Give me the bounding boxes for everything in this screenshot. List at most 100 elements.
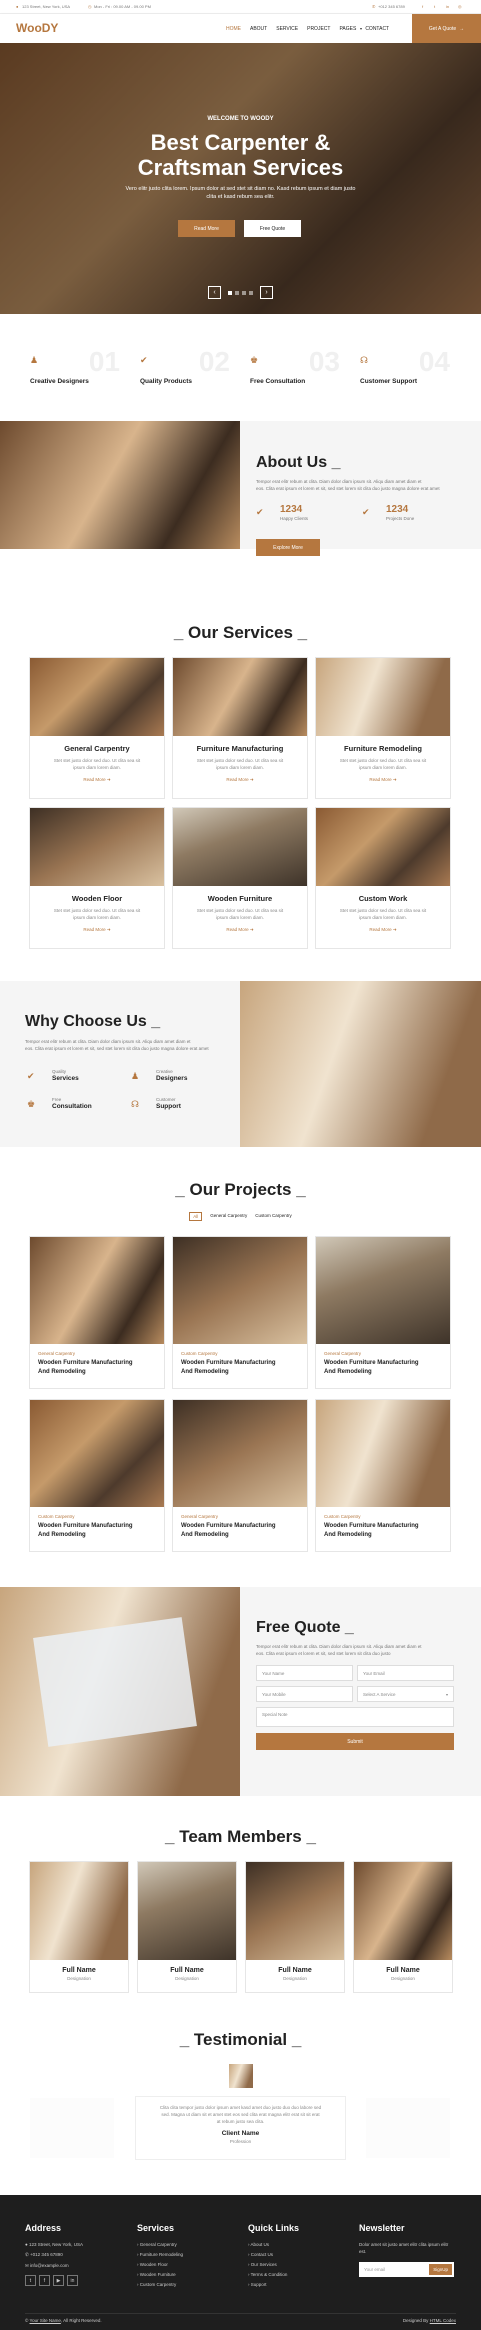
footer-social: t f ▶ in	[25, 2275, 83, 2286]
footer-link[interactable]: › Furniture Remodeling	[137, 2252, 183, 2257]
hero-read-more-button[interactable]: Read More	[178, 220, 235, 237]
nav-about[interactable]: ABOUT	[250, 26, 267, 32]
footer-link[interactable]: › General Carpentry	[137, 2242, 183, 2247]
carousel-dot[interactable]	[249, 291, 253, 295]
twitter-icon[interactable]: t	[434, 4, 435, 9]
read-more-link[interactable]: Read More ➜	[173, 777, 307, 783]
about-text-line2: eos. Clita erat ipsum et lorem et sit, s…	[256, 486, 440, 491]
youtube-icon[interactable]: ▶	[53, 2275, 64, 2286]
filter-custom-carpentry[interactable]: Custom Carpentry	[255, 1212, 292, 1221]
explore-more-button[interactable]: Explore More	[256, 539, 320, 556]
facebook-icon[interactable]: f	[422, 4, 423, 9]
testimonial-card-right-faded	[366, 2098, 450, 2158]
project-category: General Carpentry	[324, 1351, 362, 1356]
newsletter-email-input[interactable]: Your email	[364, 2267, 385, 2272]
filter-general-carpentry[interactable]: General Carpentry	[210, 1212, 247, 1221]
linkedin-icon[interactable]: in	[67, 2275, 78, 2286]
footer-heading: Address	[25, 2223, 62, 2233]
about-text-line1: Tempor erat elitr rebum at clita. Diam d…	[256, 479, 422, 484]
footer-link[interactable]: › Support	[248, 2282, 299, 2287]
project-card[interactable]: Custom Carpentry Wooden Furniture Manufa…	[315, 1399, 451, 1552]
special-note-textarea[interactable]: Special Note	[256, 1707, 454, 1727]
footer-link[interactable]: › Contact Us	[248, 2252, 299, 2257]
read-more-link[interactable]: Read More ➜	[316, 927, 450, 933]
service-select[interactable]: Select A Service ▾	[357, 1686, 454, 1702]
about-image	[0, 421, 240, 549]
site-name-link[interactable]: Your Site Name	[30, 2318, 61, 2323]
explore-more-label: Explore More	[273, 544, 303, 551]
footer-link[interactable]: › Wooden Floor	[137, 2262, 183, 2267]
arrow-right-icon: ➜	[106, 926, 111, 932]
facebook-icon[interactable]: f	[39, 2275, 50, 2286]
project-card[interactable]: General Carpentry Wooden Furniture Manuf…	[315, 1236, 451, 1389]
why-item-big: Consultation	[52, 1103, 92, 1110]
newsletter-signup-button[interactable]: SignUp	[429, 2264, 452, 2275]
desc-line: Stet stet justo dolor sed duo. Ut clita …	[339, 758, 427, 763]
team-member-card: Full Name Designation	[353, 1861, 453, 1993]
link-text: Support	[250, 2282, 267, 2287]
carousel-dot[interactable]	[235, 291, 239, 295]
carousel-dot[interactable]	[242, 291, 246, 295]
consultation-icon: ♚	[27, 1099, 36, 1109]
carousel-dot[interactable]	[228, 291, 232, 295]
member-name: Full Name	[386, 1967, 420, 1974]
read-more-link[interactable]: Read More ➜	[30, 777, 164, 783]
testimonial-text-line1: Clita clita tempor justo dolor ipsum ame…	[159, 2105, 322, 2110]
member-role: Designation	[391, 1976, 415, 1981]
service-title: Custom Work	[358, 894, 408, 903]
read-more-label: Read More	[226, 776, 249, 782]
service-select-value: Select A Service	[363, 1691, 396, 1697]
footer-link[interactable]: › Terms & Condition	[248, 2272, 299, 2277]
nav-service[interactable]: SERVICE	[276, 26, 298, 32]
feature-item: ☊ 04 Customer Support	[360, 346, 450, 390]
nav-home[interactable]: HOME	[226, 26, 241, 32]
twitter-icon[interactable]: t	[25, 2275, 36, 2286]
service-image	[173, 808, 307, 886]
carousel-dots[interactable]	[228, 291, 253, 295]
read-more-link[interactable]: Read More ➜	[316, 777, 450, 783]
project-title: Wooden Furniture Manufacturing And Remode…	[324, 1359, 442, 1376]
testimonial-title-text: Testimonial	[193, 2030, 288, 2049]
footer-phone: ✆ +012 345 67890	[25, 2252, 83, 2258]
feature-title: Creative Designers	[30, 378, 89, 385]
quote-text-line2: eos. Clita erat ipsum et lorem et sit, s…	[256, 1651, 391, 1656]
testimonial-card-left-faded	[30, 2098, 114, 2158]
get-quote-button[interactable]: Get A Quote →	[412, 14, 481, 43]
copyright-symbol: ©	[25, 2318, 29, 2323]
project-card[interactable]: Custom Carpentry Wooden Furniture Manufa…	[29, 1399, 165, 1552]
member-name: Full Name	[278, 1967, 312, 1974]
why-item-small: Free	[52, 1097, 62, 1102]
mobile-input[interactable]: Your Mobile	[256, 1686, 353, 1702]
footer-link[interactable]: › Wooden Furniture	[137, 2272, 183, 2277]
linkedin-icon[interactable]: in	[446, 4, 449, 9]
topbar-phone: +012 345 6789	[378, 4, 405, 9]
footer-link[interactable]: › About Us	[248, 2242, 299, 2247]
why-item-big: Support	[156, 1103, 181, 1110]
project-card[interactable]: General Carpentry Wooden Furniture Manuf…	[29, 1236, 165, 1389]
email-input[interactable]: Your Email	[357, 1665, 454, 1681]
filter-all[interactable]: All	[189, 1212, 203, 1221]
nav-pages[interactable]: PAGES	[339, 26, 356, 32]
hero-free-quote-button[interactable]: Free Quote	[244, 220, 301, 237]
read-more-link[interactable]: Read More ➜	[30, 927, 164, 933]
quote-image	[0, 1587, 240, 1796]
carousel-prev-button[interactable]: ‹	[208, 286, 221, 299]
stat-number: 1234	[386, 504, 409, 515]
footer-link[interactable]: › Our Services	[248, 2262, 299, 2267]
instagram-icon[interactable]: ◎	[458, 4, 462, 9]
project-card[interactable]: General Carpentry Wooden Furniture Manuf…	[172, 1399, 308, 1552]
name-input[interactable]: Your Name	[256, 1665, 353, 1681]
carousel-next-button[interactable]: ›	[260, 286, 273, 299]
designer-link[interactable]: HTML Codex	[430, 2318, 456, 2323]
footer-link[interactable]: › Custom Carpentry	[137, 2282, 183, 2287]
arrow-right-icon: ➜	[392, 776, 397, 782]
submit-button[interactable]: Submit	[256, 1733, 454, 1750]
read-more-label: Read More	[369, 926, 392, 932]
logo[interactable]: WooDY	[16, 21, 58, 35]
read-more-link[interactable]: Read More ➜	[173, 927, 307, 933]
nav-contact[interactable]: CONTACT	[365, 26, 389, 32]
nav-project[interactable]: PROJECT	[307, 26, 330, 32]
project-card[interactable]: Custom Carpentry Wooden Furniture Manufa…	[172, 1236, 308, 1389]
project-title: Wooden Furniture Manufacturing And Remode…	[181, 1359, 299, 1376]
quote-title: Free Quote _	[256, 1619, 354, 1637]
